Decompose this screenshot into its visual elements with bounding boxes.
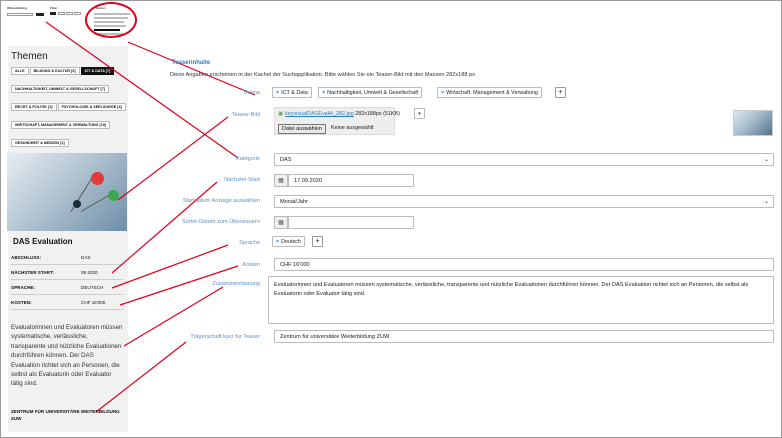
label-startdatum-anzeige: Startdatum Anzeige auswählen <box>182 198 260 204</box>
preview-filter-option-1 <box>58 12 65 15</box>
file-none-text: Keine ausgewählt <box>331 125 374 131</box>
thema-chip-ict[interactable]: × ICT & Data <box>272 87 312 98</box>
preview-filter-button <box>50 12 56 15</box>
remove-icon[interactable]: × <box>322 90 325 96</box>
card-row-sprache: SPRACHE: DEUTSCH <box>11 285 123 295</box>
add-sprache-button[interactable]: + <box>312 236 323 247</box>
file-meta: 282x188px (51KB) <box>355 111 400 117</box>
themen-tag[interactable]: ALLE <box>11 67 29 75</box>
card-row-kosten: KOSTEN: CHF 16'000 <box>11 300 123 310</box>
preview-search-button <box>36 13 44 16</box>
card-description: Evaluatorinnen und Evaluatoren müssen sy… <box>11 324 123 388</box>
label-zusammenfassung: Zusammenfassung <box>212 281 260 287</box>
chip-label: Deutsch <box>281 239 301 245</box>
remove-icon[interactable]: × <box>276 90 279 96</box>
naechster-start-input[interactable]: 17.09.2020 <box>288 174 414 187</box>
thema-chip-wirtschaft[interactable]: × Wirtschaft, Management & Verwaltung <box>437 87 542 98</box>
file-options-dropdown[interactable]: ▾ <box>414 108 425 119</box>
card-row-key: ABSCHLUSS: <box>11 255 42 260</box>
pin-needle <box>80 194 111 212</box>
label-thema: Thema <box>242 90 260 96</box>
annotation-circle <box>85 2 137 38</box>
card-row-value: DEUTSCH <box>81 285 104 290</box>
teaser-image <box>7 153 127 231</box>
label-kosten: Kosten <box>242 262 260 268</box>
chip-label: Wirtschaft, Management & Verwaltung <box>446 90 538 96</box>
card-traeger: ZENTRUM FÜR UNIVERSITÄRE WEITERBILDUNG Z… <box>11 409 120 421</box>
teaser-thumbnail <box>733 110 773 136</box>
kategorie-value: DAS <box>280 157 292 163</box>
themen-tag[interactable]: WIRTSCHAFT, MANAGEMENT & VERWALTUNG [10] <box>11 121 111 129</box>
themen-tag-list: ALLE BILDUNG & KULTUR [3] ICT & DATA [7] NA… <box>11 67 129 157</box>
add-thema-button[interactable]: + <box>555 87 566 98</box>
label-sorter-datum: Sorter-Datum zum Übersteuern <box>181 219 260 225</box>
label-traegerschaft: Trägerschaft kurz für Teaser <box>190 334 260 340</box>
preview-filter-option-3 <box>74 12 81 15</box>
card-row-key: NÄCHSTER START: <box>11 270 54 275</box>
card-row-abschluss: ABSCHLUSS: DAS <box>11 255 123 265</box>
section-title: Teaserinhalte <box>172 60 211 66</box>
preview-col2-title: Filter <box>50 6 58 10</box>
themen-tag[interactable]: PSYCHOLOGIE & SEELSORGE [4] <box>57 103 126 111</box>
label-sprache: Sprache <box>239 240 260 246</box>
themen-tag[interactable]: GESUNDHEIT & MEDIZIN [1] <box>11 139 69 147</box>
red-pin-icon <box>91 172 104 185</box>
zusammenfassung-textarea[interactable]: Evaluatorinnen und Evaluatoren müssen sy… <box>268 276 774 324</box>
chip-label: ICT & Data <box>281 90 308 96</box>
preview-col1-title: Weiterbildung <box>7 6 27 10</box>
card-title: DAS Evaluation <box>13 237 73 246</box>
chevron-down-icon: ⌄ <box>763 157 769 163</box>
thema-chip-nachhaltigkeit[interactable]: × Nachhaltigkeit, Umwelt & Gesellschaft <box>318 87 423 98</box>
dark-pin-icon <box>73 200 81 208</box>
themen-title: Themen <box>11 51 48 62</box>
file-link[interactable]: keyvisualDASEvali4_282.jpg <box>285 111 354 117</box>
remove-icon[interactable]: × <box>276 239 279 245</box>
file-upload-box: ▣ keyvisualDASEvali4_282.jpg 282x188px (5… <box>274 107 400 135</box>
startdatum-value: Monat/Jahr <box>280 199 308 205</box>
file-info: ▣ keyvisualDASEvali4_282.jpg 282x188px (5… <box>278 111 400 117</box>
traegerschaft-input[interactable]: Zentrum für universitäre Weiterbildung Z… <box>274 330 774 343</box>
card-row-value: CHF 16'000 <box>81 300 106 305</box>
themen-tag[interactable]: ICT & DATA [7] <box>80 67 115 75</box>
card-row-key: SPRACHE: <box>11 285 35 290</box>
calendar-icon[interactable]: ▦ <box>274 216 288 229</box>
chip-label: Nachhaltigkeit, Umwelt & Gesellschaft <box>327 90 419 96</box>
section-description: Diese Angaben erscheinen in der Kachel d… <box>170 72 477 78</box>
label-kategorie: Kategorie <box>236 156 260 162</box>
green-pin-icon <box>108 190 119 201</box>
card-row-key: KOSTEN: <box>11 300 32 305</box>
remove-icon[interactable]: × <box>441 90 444 96</box>
themen-tag[interactable]: RECHT & POLITIK [1] <box>11 103 57 111</box>
themen-tag[interactable]: BILDUNG & KULTUR [3] <box>29 67 80 75</box>
kategorie-select[interactable]: DAS ⌄ <box>274 153 774 166</box>
preview-filter-option-2 <box>66 12 73 15</box>
calendar-icon[interactable]: ▦ <box>274 174 288 187</box>
themen-tag[interactable]: NACHHALTIGKEIT, UMWELT & GESELLSCHAFT [7… <box>11 85 109 93</box>
kosten-input[interactable]: CHF 16'000 <box>274 258 774 271</box>
chevron-down-icon: ⌄ <box>763 199 769 205</box>
label-naechster-start: Nächster Start <box>224 177 260 183</box>
preview-search-input <box>7 13 33 16</box>
sorter-datum-input[interactable] <box>288 216 414 229</box>
card-row-value: DAS <box>81 255 91 260</box>
card-row-value: 09.2020 <box>81 270 98 275</box>
card-row-naechster-start: NÄCHSTER START: 09.2020 <box>11 270 123 280</box>
choose-file-button[interactable]: Datei auswählen <box>278 124 326 134</box>
startdatum-anzeige-select[interactable]: Monat/Jahr ⌄ <box>274 195 774 208</box>
image-file-icon: ▣ <box>278 111 284 117</box>
label-teaser-bild: Teaser-Bild <box>232 112 260 118</box>
sprache-chip-deutsch[interactable]: × Deutsch <box>272 236 305 247</box>
